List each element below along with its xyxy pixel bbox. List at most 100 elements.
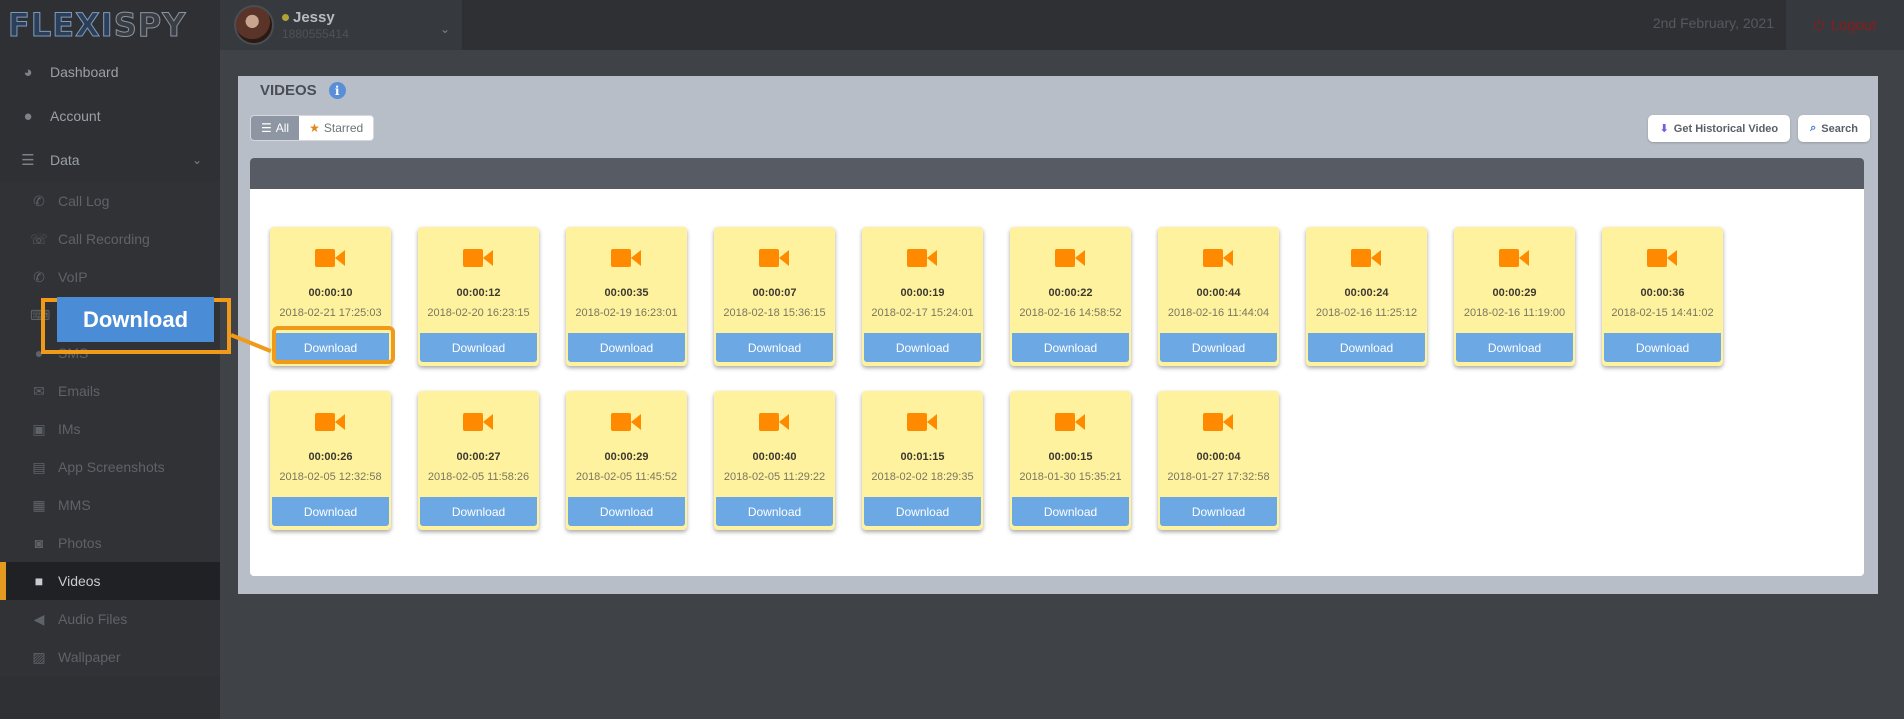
video-timestamp: 2018-02-19 16:23:01 (575, 307, 678, 319)
video-camera-icon (1203, 249, 1233, 267)
download-button[interactable]: Download (864, 497, 981, 526)
video-camera-icon (1351, 249, 1381, 267)
video-card[interactable]: 00:00:19 2018-02-17 15:24:01 Download (862, 227, 983, 366)
top-bar: Jessy 1880555414 ⌄ 2nd February, 2021 ⏻ … (220, 0, 1904, 50)
get-historical-video-button[interactable]: ⬇ Get Historical Video (1647, 115, 1791, 142)
filter-starred-button[interactable]: ★ Starred (299, 116, 374, 140)
video-card[interactable]: 00:00:04 2018-01-27 17:32:58 Download (1158, 391, 1279, 530)
search-button[interactable]: ⌕ Search (1798, 115, 1870, 142)
sidebar-item-label: Dashboard (50, 64, 119, 80)
filter-all-button[interactable]: ☰ All (251, 116, 300, 140)
video-camera-icon (759, 413, 789, 431)
sidebar-item-label: Photos (58, 535, 102, 551)
video-camera-icon (1499, 249, 1529, 267)
video-timestamp: 2018-02-16 11:25:12 (1315, 307, 1418, 319)
envelope-icon: ✉ (33, 382, 45, 399)
sidebar-item-call-log[interactable]: ✆ Call Log (0, 182, 220, 220)
power-icon: ⏻ (1813, 16, 1825, 33)
sidebar-item-wallpaper[interactable]: ▨ Wallpaper (0, 638, 220, 676)
download-button[interactable]: Download (1308, 333, 1425, 362)
video-card[interactable]: 00:00:29 2018-02-16 11:19:00 Download (1454, 227, 1575, 366)
video-camera-icon (315, 249, 345, 267)
profile-switcher[interactable]: Jessy 1880555414 ⌄ (220, 0, 462, 50)
sidebar-item-data[interactable]: ☰ Data ⌄ (0, 138, 220, 182)
video-card[interactable]: 00:00:27 2018-02-05 11:58:26 Download (418, 391, 539, 530)
camera-icon: ◙ (34, 535, 44, 551)
download-button[interactable]: Download (568, 497, 685, 526)
info-icon[interactable]: i (328, 82, 346, 99)
download-button[interactable]: Download (1604, 333, 1721, 362)
video-duration: 00:00:36 (1640, 287, 1685, 299)
sidebar-item-photos[interactable]: ◙ Photos (0, 524, 220, 562)
dashboard-icon: ◕ (23, 63, 33, 81)
page-title: VIDEOS (260, 82, 317, 99)
voip-icon: ✆ (33, 268, 45, 285)
image-icon: ▨ (32, 648, 46, 665)
video-timestamp: 2018-02-16 11:44:04 (1167, 307, 1270, 319)
chevron-down-icon: ⌄ (439, 22, 450, 36)
download-button[interactable]: Download (864, 333, 981, 362)
video-duration: 00:00:22 (1048, 287, 1093, 299)
search-label: Search (1821, 122, 1858, 135)
video-card[interactable]: 00:00:15 2018-01-30 15:35:21 Download (1010, 391, 1131, 530)
video-card[interactable]: 00:00:44 2018-02-16 11:44:04 Download (1158, 227, 1279, 366)
download-button[interactable]: Download (420, 333, 537, 362)
download-button[interactable]: Download (272, 497, 389, 526)
avatar (234, 5, 274, 45)
video-card[interactable]: 00:00:36 2018-02-15 14:41:02 Download (1602, 227, 1723, 366)
sidebar-item-account[interactable]: ● Account (0, 94, 220, 138)
logout-button[interactable]: ⏻ Logout (1786, 0, 1904, 50)
historical-label: Get Historical Video (1673, 122, 1779, 135)
video-timestamp: 2018-02-17 15:24:01 (871, 307, 974, 319)
download-button[interactable]: Download (716, 333, 833, 362)
sidebar-item-emails[interactable]: ✉ Emails (0, 372, 220, 410)
video-duration: 00:00:12 (456, 287, 501, 299)
video-camera-icon (907, 249, 937, 267)
video-card[interactable]: 00:00:12 2018-02-20 16:23:15 Download (418, 227, 539, 366)
download-highlight (272, 326, 395, 364)
flexispy-logo[interactable]: FLEXI SPY (0, 0, 220, 50)
video-card[interactable]: 00:00:40 2018-02-05 11:29:22 Download (714, 391, 835, 530)
video-card[interactable]: 00:00:22 2018-02-16 14:58:52 Download (1010, 227, 1131, 366)
video-card[interactable]: 00:00:07 2018-02-18 15:36:15 Download (714, 227, 835, 366)
sidebar-item-call-recording[interactable]: ☏ Call Recording (0, 220, 220, 258)
sidebar-item-app-screenshots[interactable]: ▤ App Screenshots (0, 448, 220, 486)
download-button[interactable]: Download (1012, 497, 1129, 526)
sidebar-item-audio-files[interactable]: ◀ Audio Files (0, 600, 220, 638)
sidebar: FLEXI SPY ◕ Dashboard ● Account ☰ Data ⌄ … (0, 0, 220, 719)
sidebar-item-label: Emails (58, 383, 101, 399)
video-card[interactable]: 00:01:15 2018-02-02 18:29:35 Download (862, 391, 983, 530)
current-date: 2nd February, 2021 (1652, 15, 1774, 31)
video-card[interactable]: 00:00:24 2018-02-16 11:25:12 Download (1306, 227, 1427, 366)
sidebar-item-ims[interactable]: ▣ IMs (0, 410, 220, 448)
mms-icon: ▦ (32, 496, 46, 513)
sidebar-item-videos[interactable]: ■ Videos (0, 562, 220, 600)
video-camera-icon (907, 413, 937, 431)
video-camera-icon (1055, 249, 1085, 267)
sidebar-item-voip[interactable]: ✆ VoIP (0, 258, 220, 296)
video-card[interactable]: 00:00:26 2018-02-05 12:32:58 Download (270, 391, 391, 530)
video-camera-icon (1055, 413, 1085, 431)
download-button[interactable]: Download (1160, 333, 1277, 362)
download-button[interactable]: Download (568, 333, 685, 362)
sidebar-item-mms[interactable]: ▦ MMS (0, 486, 220, 524)
video-timestamp: 2018-02-18 15:36:15 (723, 307, 826, 319)
sidebar-item-label: App Screenshots (58, 459, 165, 475)
video-card[interactable]: 00:00:35 2018-02-19 16:23:01 Download (566, 227, 687, 366)
video-duration: 00:00:40 (752, 451, 797, 463)
sidebar-item-label: Call Recording (58, 231, 150, 247)
video-card[interactable]: 00:00:29 2018-02-05 11:45:52 Download (566, 391, 687, 530)
download-button[interactable]: Download (1456, 333, 1573, 362)
download-button[interactable]: Download (420, 497, 537, 526)
download-button[interactable]: Download (1012, 333, 1129, 362)
video-camera-icon (463, 413, 493, 431)
sidebar-item-dashboard[interactable]: ◕ Dashboard (0, 50, 220, 94)
video-timestamp: 2018-02-21 17:25:03 (279, 307, 382, 319)
sidebar-item-label: Data (50, 152, 80, 168)
video-camera-icon (463, 249, 493, 267)
download-button[interactable]: Download (1160, 497, 1277, 526)
video-duration: 00:00:04 (1196, 451, 1241, 463)
download-circle-icon: ⬇ (1659, 123, 1669, 135)
download-button[interactable]: Download (716, 497, 833, 526)
screenshot-icon: ▤ (32, 458, 46, 475)
